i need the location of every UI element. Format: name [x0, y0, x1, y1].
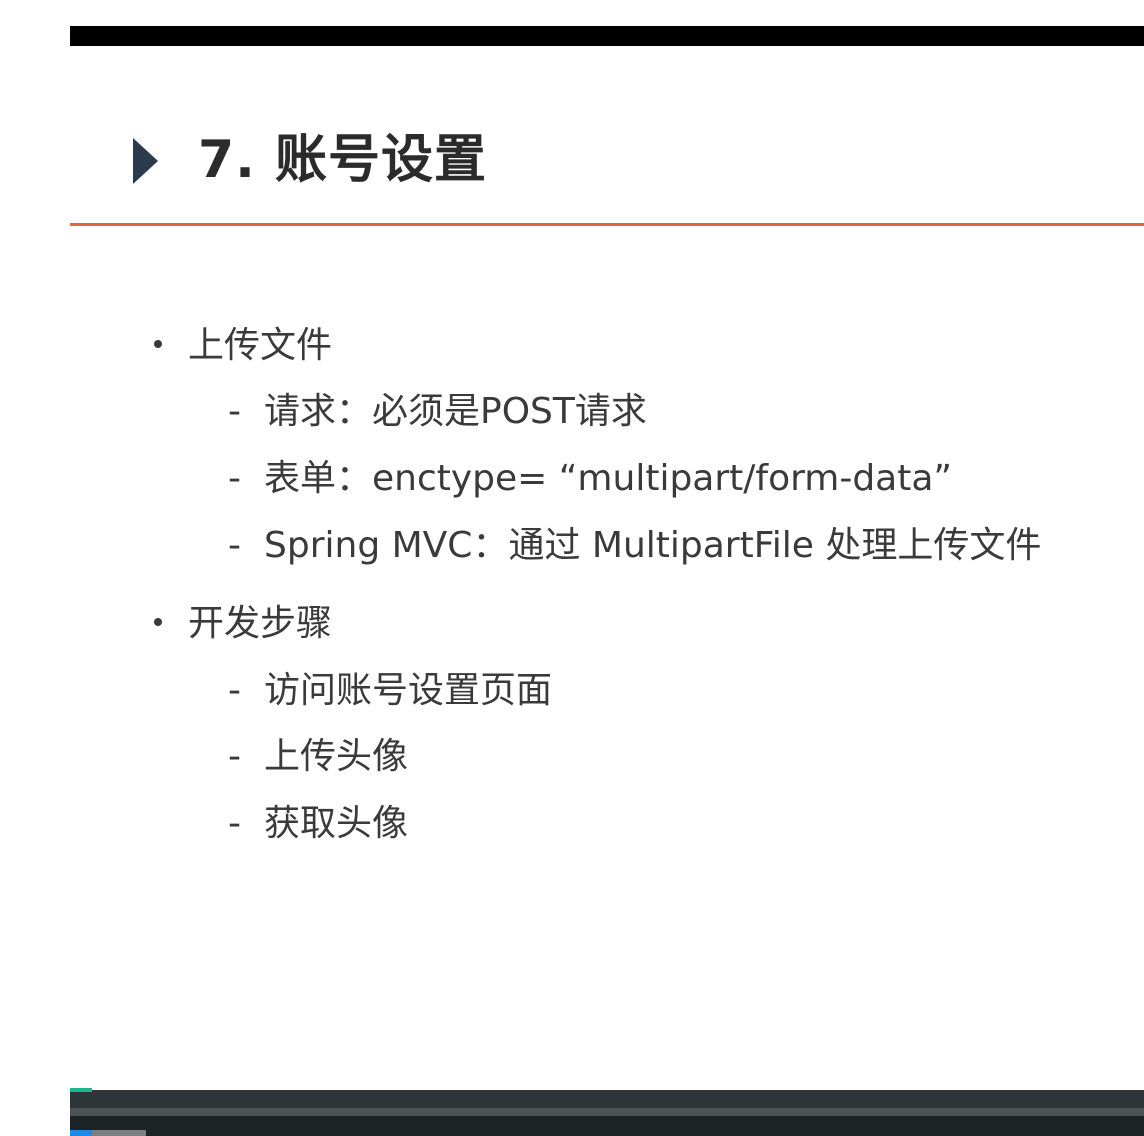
progress-played[interactable] — [70, 1130, 92, 1136]
sub-item-text: 上传头像 — [264, 736, 409, 777]
dash-marker: - — [228, 670, 241, 711]
sub-item-text: 表单：enctype= “multipart/form-data” — [264, 458, 953, 499]
title-divider — [70, 223, 1144, 226]
bullet-dot-icon — [154, 618, 162, 626]
bullet-dev-steps: 开发步骤 — [154, 601, 332, 647]
top-black-bar — [70, 26, 1144, 46]
sub-item-text: Spring MVC：通过 MultipartFile 处理上传文件 — [264, 525, 1042, 566]
player-control-strip — [70, 1108, 1144, 1116]
dash-marker: - — [228, 803, 241, 844]
bullet-dot-icon — [154, 340, 162, 348]
slide-title-row: 7. 账号设置 — [70, 46, 1144, 226]
triangle-right-icon — [133, 138, 158, 184]
bullet-text: 开发步骤 — [188, 603, 333, 644]
player-bottom-bar — [70, 1116, 1144, 1136]
progress-track[interactable] — [92, 1130, 146, 1136]
slide-title: 7. 账号设置 — [198, 130, 488, 190]
video-frame: 7. 账号设置 上传文件 - 请求：必须是POST请求 - 表单：enctype= … — [70, 26, 1144, 1136]
presentation-slide: 7. 账号设置 上传文件 - 请求：必须是POST请求 - 表单：enctype= … — [70, 46, 1144, 1090]
sub-item-form: - 表单：enctype= “multipart/form-data” — [228, 456, 952, 502]
dash-marker: - — [228, 391, 241, 432]
dash-marker: - — [228, 525, 241, 566]
sub-item-visit-settings: - 访问账号设置页面 — [228, 668, 552, 714]
sub-item-text: 访问账号设置页面 — [264, 670, 553, 711]
bullet-upload-file: 上传文件 — [154, 323, 332, 369]
bullet-text: 上传文件 — [188, 325, 333, 366]
player-accent-marker — [70, 1088, 92, 1092]
dash-marker: - — [228, 736, 241, 777]
sub-item-upload-avatar: - 上传头像 — [228, 734, 408, 780]
sub-item-spring-mvc: - Spring MVC：通过 MultipartFile 处理上传文件 — [228, 523, 1041, 569]
sub-item-request: - 请求：必须是POST请求 — [228, 389, 647, 435]
sub-item-get-avatar: - 获取头像 — [228, 801, 408, 847]
sub-item-text: 请求：必须是POST请求 — [264, 391, 647, 432]
dash-marker: - — [228, 458, 241, 499]
sub-item-text: 获取头像 — [264, 803, 409, 844]
